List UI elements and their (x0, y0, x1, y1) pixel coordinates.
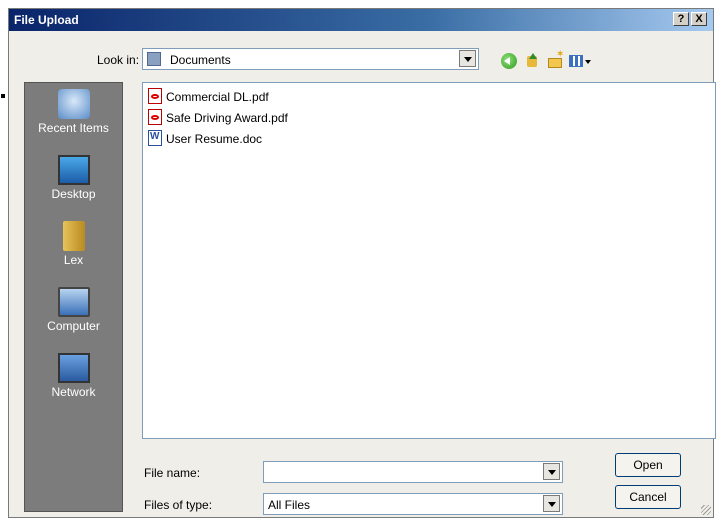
word-doc-icon (148, 130, 162, 146)
place-desktop[interactable]: Desktop (25, 155, 122, 201)
place-label: Desktop (51, 187, 96, 201)
user-folder-icon (62, 221, 85, 251)
file-name-label: File name: (144, 466, 201, 480)
title-bar: File Upload ? X (9, 9, 713, 31)
files-of-type-dropdown[interactable]: All Files (263, 493, 563, 515)
desktop-icon (57, 155, 90, 185)
views-menu-icon[interactable] (569, 53, 591, 69)
place-lex[interactable]: Lex (25, 221, 122, 267)
back-icon[interactable] (501, 53, 517, 69)
help-button[interactable]: ? (673, 12, 689, 26)
pdf-icon (148, 109, 162, 125)
close-button[interactable]: X (691, 12, 707, 26)
place-label: Recent Items (38, 121, 109, 135)
resize-grip[interactable] (701, 505, 711, 515)
file-name: Commercial DL.pdf (166, 90, 269, 104)
open-button[interactable]: Open (615, 453, 681, 477)
pdf-icon (148, 88, 162, 104)
file-name-dropdown-arrow[interactable] (543, 463, 560, 480)
look-in-label: Look in: (97, 53, 140, 67)
look-in-dropdown-arrow[interactable] (459, 50, 476, 67)
file-name-input[interactable] (263, 461, 563, 483)
place-label: Network (51, 385, 96, 399)
file-name: Safe Driving Award.pdf (166, 111, 288, 125)
file-list[interactable]: Commercial DL.pdf Safe Driving Award.pdf… (142, 82, 716, 439)
up-folder-icon[interactable] (524, 53, 540, 69)
place-recent-items[interactable]: Recent Items (25, 89, 122, 135)
computer-icon (57, 287, 90, 317)
files-of-type-label: Files of type: (144, 498, 213, 512)
place-label: Computer (47, 319, 100, 333)
place-network[interactable]: Network (25, 353, 122, 399)
documents-folder-icon (147, 52, 161, 66)
file-upload-dialog: File Upload ? X Look in: Documents Recen… (8, 8, 716, 518)
stray-dot (1, 94, 5, 98)
look-in-dropdown[interactable]: Documents (142, 48, 479, 70)
network-icon (57, 353, 90, 383)
dialog-title: File Upload (14, 13, 79, 27)
places-bar: Recent Items Desktop Lex Computer Networ… (24, 82, 123, 512)
place-computer[interactable]: Computer (25, 287, 122, 333)
files-of-type-value: All Files (268, 498, 311, 512)
files-of-type-dropdown-arrow[interactable] (543, 495, 560, 512)
place-label: Lex (63, 253, 84, 267)
cancel-button[interactable]: Cancel (615, 485, 681, 509)
recent-items-icon (57, 89, 90, 119)
new-folder-icon[interactable] (547, 49, 564, 69)
file-name: User Resume.doc (166, 132, 263, 146)
look-in-value: Documents (170, 53, 231, 67)
